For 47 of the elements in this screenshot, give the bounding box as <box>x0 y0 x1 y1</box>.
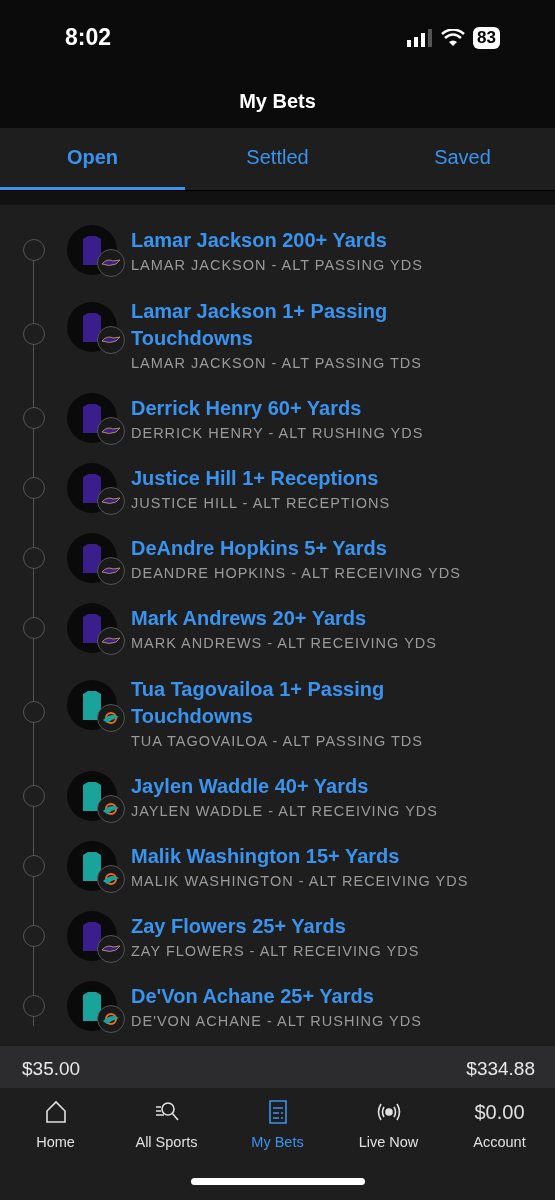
bird-logo-icon <box>97 249 125 277</box>
bet-subtitle: DE'VON ACHANE - ALT RUSHING YDS <box>131 1013 423 1029</box>
bet-title[interactable]: Derrick Henry 60+ Yards <box>131 395 431 422</box>
bet-title[interactable]: DeAndre Hopkins 5+ Yards <box>131 535 431 562</box>
dolphin-logo-icon <box>97 1005 125 1033</box>
battery-level: 83 <box>473 26 500 49</box>
bird-logo-icon <box>97 417 125 445</box>
bet-title[interactable]: Mark Andrews 20+ Yards <box>131 605 431 632</box>
bet-title[interactable]: Lamar Jackson 200+ Yards <box>131 227 431 254</box>
total-payout: $334.88 <box>466 1058 535 1080</box>
nav-item[interactable]: Home <box>0 1098 111 1150</box>
bird-logo-icon <box>97 557 125 585</box>
bet-subtitle: DEANDRE HOPKINS - ALT RECEIVING YDS <box>131 565 461 581</box>
bird-logo-icon <box>97 487 125 515</box>
dolphin-logo-icon <box>97 865 125 893</box>
wifi-icon <box>441 28 466 47</box>
signal-icon <box>407 28 434 47</box>
page-title: My Bets <box>239 90 316 113</box>
bet-title[interactable]: Tua Tagovailoa 1+ Passing Touchdowns <box>131 675 431 730</box>
tab[interactable]: Saved <box>370 128 555 190</box>
tab[interactable]: Settled <box>185 128 370 190</box>
bet-subtitle: ZAY FLOWERS - ALT RECEIVING YDS <box>131 943 421 959</box>
bird-logo-icon <box>97 326 125 354</box>
bet-subtitle: JAYLEN WADDLE - ALT RECEIVING YDS <box>131 803 438 819</box>
dolphin-logo-icon <box>97 795 125 823</box>
nav-item[interactable]: Live Now <box>333 1098 444 1150</box>
bet-subtitle: MALIK WASHINGTON - ALT RECEIVING YDS <box>131 873 469 889</box>
bet-title[interactable]: Justice Hill 1+ Receptions <box>131 465 431 492</box>
bird-logo-icon <box>97 935 125 963</box>
bet-subtitle: MARK ANDREWS - ALT RECEIVING YDS <box>131 635 437 651</box>
total-wager: $35.00 <box>22 1058 81 1080</box>
bet-subtitle: TUA TAGOVAILOA - ALT PASSING TDS <box>131 732 424 749</box>
bet-subtitle: LAMAR JACKSON - ALT PASSING TDS <box>131 354 423 371</box>
bet-title[interactable]: Jaylen Waddle 40+ Yards <box>131 773 431 800</box>
bet-title[interactable]: Lamar Jackson 1+ Passing Touchdowns <box>131 297 431 352</box>
nav-item[interactable]: All Sports <box>111 1098 222 1150</box>
status-time: 8:02 <box>65 24 112 51</box>
bird-logo-icon <box>97 627 125 655</box>
bet-title[interactable]: Zay Flowers 25+ Yards <box>131 913 431 940</box>
nav-item[interactable]: $0.00 Account <box>444 1098 555 1150</box>
bet-title[interactable]: De'Von Achane 25+ Yards <box>131 983 431 1010</box>
dolphin-logo-icon <box>97 704 125 732</box>
nav-item[interactable]: My Bets <box>222 1098 333 1150</box>
bet-subtitle: JUSTICE HILL - ALT RECEPTIONS <box>131 495 392 511</box>
bet-subtitle: LAMAR JACKSON - ALT PASSING YDS <box>131 257 424 273</box>
bet-title[interactable]: Malik Washington 15+ Yards <box>131 843 431 870</box>
bet-subtitle: DERRICK HENRY - ALT RUSHING YDS <box>131 425 425 441</box>
